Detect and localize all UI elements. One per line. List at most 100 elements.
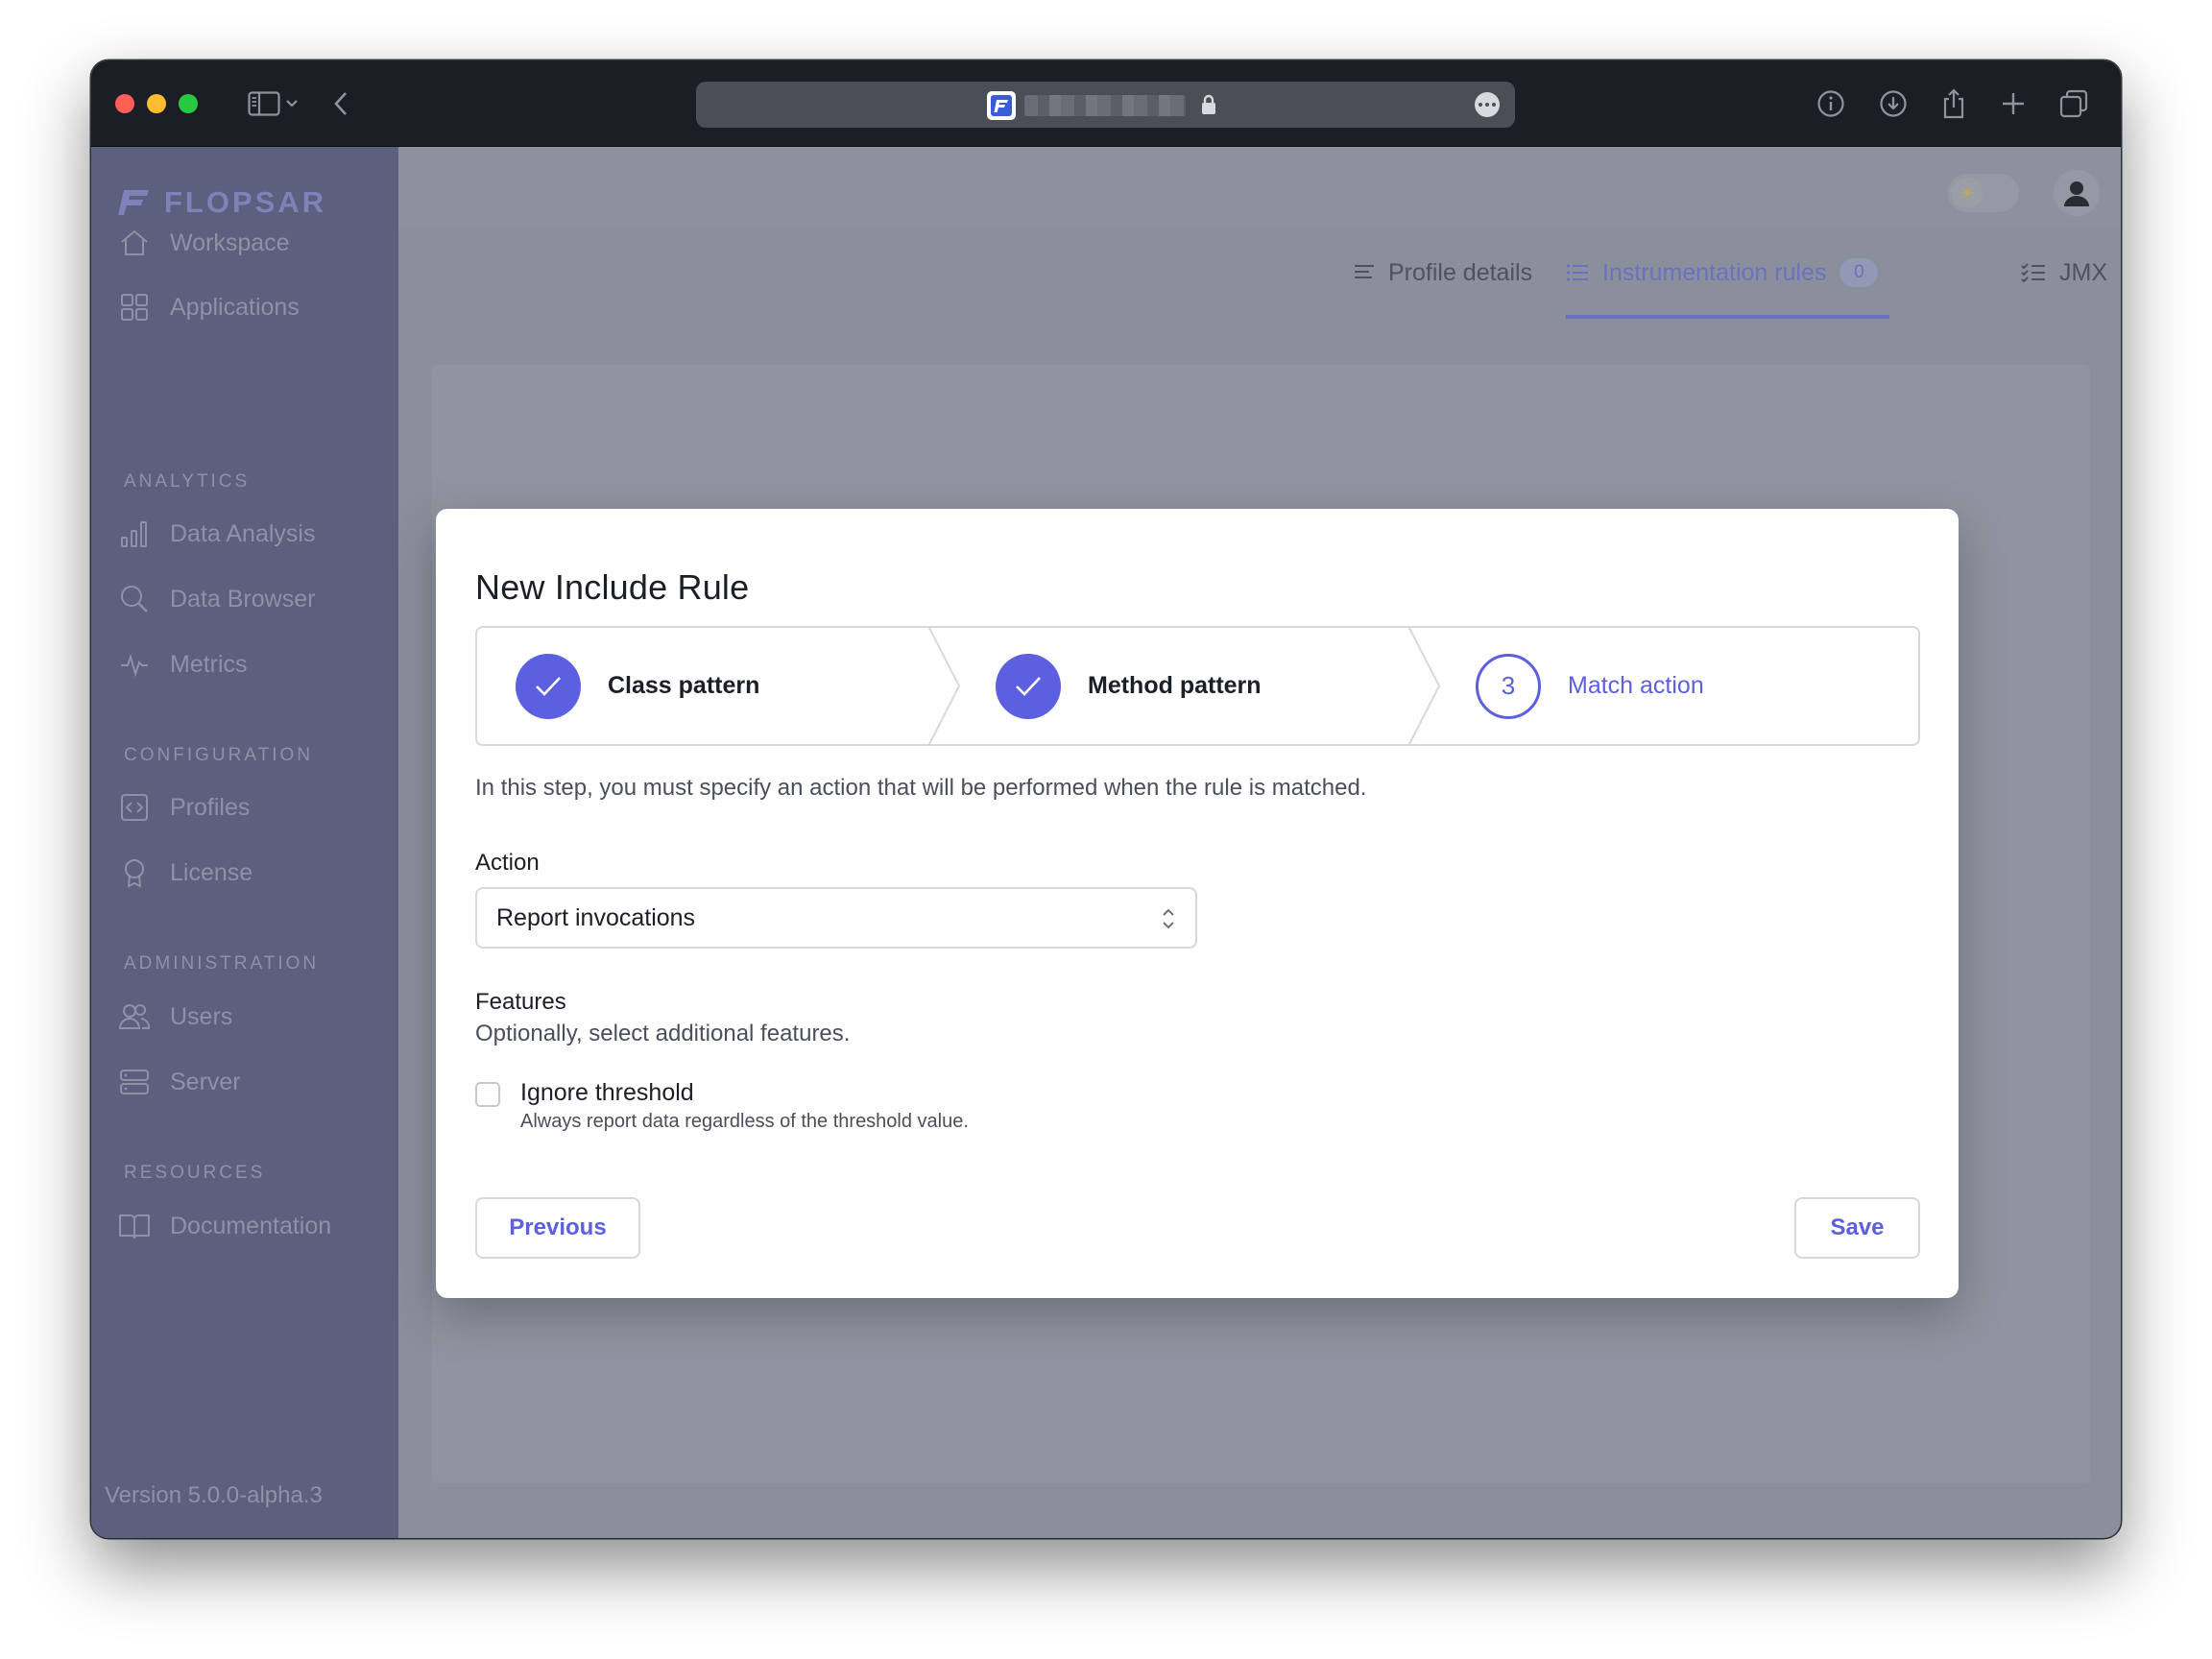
tab-profile-details[interactable]: Profile details: [1354, 227, 1532, 319]
sidebar-item-label: License: [170, 858, 253, 886]
tab-count-badge: 0: [1839, 258, 1879, 287]
sidebar-item-label: Server: [170, 1068, 241, 1095]
sidebar-item-documentation[interactable]: Documentation: [118, 1207, 331, 1245]
step-class-pattern[interactable]: Class pattern: [516, 628, 759, 744]
page-menu-icon[interactable]: [1475, 92, 1500, 117]
list-icon: [1566, 264, 1588, 281]
wizard-stepper: Class pattern Method pattern 3 Match act…: [475, 626, 1920, 746]
sidebar-item-applications[interactable]: Applications: [118, 288, 300, 326]
profile-tabs: Profile details Instrumentation rules 0 …: [398, 227, 2121, 319]
step-label: Match action: [1568, 672, 1704, 699]
sidebar-item-label: Documentation: [170, 1212, 332, 1239]
step-description: In this step, you must specify an action…: [475, 775, 1367, 801]
step-divider: [928, 628, 961, 744]
sidebar-item-license[interactable]: License: [118, 854, 252, 892]
select-chevrons-icon: [1163, 908, 1174, 929]
sun-icon: ☀: [1952, 178, 1983, 208]
users-icon: [118, 1000, 151, 1033]
sidebar-item-users[interactable]: Users: [118, 998, 232, 1036]
dialog-title: New Include Rule: [475, 567, 750, 607]
info-icon[interactable]: [1812, 84, 1850, 123]
share-icon[interactable]: [1935, 84, 1973, 123]
site-favicon-icon: [987, 91, 1016, 120]
sidebar-item-data-analysis[interactable]: Data Analysis: [118, 515, 315, 553]
avatar[interactable]: [2052, 168, 2102, 218]
chevron-down-icon[interactable]: [280, 84, 303, 123]
sidebar-section-analytics: ANALYTICS: [124, 471, 251, 492]
ignore-threshold-title: Ignore threshold: [520, 1079, 694, 1106]
browser-window: FLOPSAR Workspace Applications ANALYTICS…: [91, 60, 2121, 1538]
ignore-threshold-checkbox[interactable]: [475, 1082, 500, 1107]
tab-instrumentation-rules[interactable]: Instrumentation rules 0: [1566, 227, 1890, 319]
tab-label: Instrumentation rules: [1602, 258, 1827, 286]
badge-icon: [118, 856, 151, 889]
features-description: Optionally, select additional features.: [475, 1021, 851, 1046]
grid-icon: [118, 291, 151, 324]
logo-text: FLOPSAR: [164, 185, 327, 219]
sidebar-item-metrics[interactable]: Metrics: [118, 645, 248, 684]
save-button[interactable]: Save: [1794, 1197, 1920, 1259]
step-method-pattern[interactable]: Method pattern: [996, 628, 1262, 744]
sidebar-item-label: Applications: [170, 293, 300, 321]
features-label: Features: [475, 989, 566, 1015]
new-include-rule-dialog: New Include Rule Class pattern Method pa…: [436, 509, 1959, 1298]
tab-jmx[interactable]: JMX 0: [2021, 227, 2121, 319]
checklist-icon: [2021, 263, 2045, 283]
flopsar-logo-icon: [118, 190, 149, 215]
minimize-window-button[interactable]: [147, 94, 166, 113]
ignore-threshold-description: Always report data regardless of the thr…: [520, 1111, 969, 1132]
sidebar-toggle-icon[interactable]: [245, 84, 283, 123]
code-icon: [118, 791, 151, 824]
action-select[interactable]: Report invocations: [475, 887, 1197, 949]
step-match-action[interactable]: 3 Match action: [1476, 628, 1704, 744]
check-icon: [996, 653, 1061, 719]
sidebar-section-administration: ADMINISTRATION: [124, 953, 320, 974]
server-icon: [118, 1066, 151, 1098]
tab-label: Profile details: [1388, 258, 1533, 286]
action-label: Action: [475, 850, 540, 876]
lines-icon: [1355, 265, 1374, 278]
sidebar-item-label: Profiles: [170, 793, 251, 821]
bar-chart-icon: [118, 517, 151, 550]
back-icon[interactable]: [322, 84, 360, 123]
close-window-button[interactable]: [115, 94, 134, 113]
active-tab-indicator: [1566, 315, 1890, 319]
sidebar-item-workspace[interactable]: Workspace: [118, 224, 290, 262]
theme-toggle[interactable]: ☀: [1948, 174, 2019, 212]
sidebar-section-configuration: CONFIGURATION: [124, 745, 313, 765]
step-divider: [1408, 628, 1441, 744]
sidebar-item-label: Data Analysis: [170, 519, 316, 547]
sidebar-item-server[interactable]: Server: [118, 1063, 241, 1101]
search-icon: [118, 583, 151, 615]
step-number: 3: [1476, 653, 1541, 719]
book-icon: [118, 1210, 151, 1242]
sidebar-item-label: Metrics: [170, 650, 248, 678]
tab-overview-icon[interactable]: [2055, 84, 2093, 123]
previous-button[interactable]: Previous: [475, 1197, 640, 1259]
app-sidebar: FLOPSAR Workspace Applications ANALYTICS…: [91, 147, 398, 1538]
app-version: Version 5.0.0-alpha.3: [105, 1482, 323, 1508]
sidebar-item-data-browser[interactable]: Data Browser: [118, 580, 315, 618]
user-icon: [2064, 181, 2089, 206]
app-header: ☀: [398, 147, 2121, 227]
sidebar-section-resources: RESOURCES: [124, 1163, 266, 1183]
maximize-window-button[interactable]: [179, 94, 198, 113]
sidebar-item-label: Data Browser: [170, 585, 316, 613]
lock-icon: [1200, 93, 1217, 121]
step-label: Method pattern: [1088, 672, 1262, 699]
sidebar-item-label: Users: [170, 1002, 233, 1030]
address-bar[interactable]: [696, 82, 1515, 128]
sidebar-item-profiles[interactable]: Profiles: [118, 788, 250, 827]
step-label: Class pattern: [608, 672, 760, 699]
home-icon: [118, 227, 151, 259]
pulse-icon: [118, 648, 151, 681]
tab-label: JMX: [2059, 258, 2107, 286]
new-tab-icon[interactable]: [1994, 84, 2032, 123]
check-icon: [516, 653, 581, 719]
sidebar-item-label: Workspace: [170, 228, 290, 256]
browser-toolbar: [91, 60, 2121, 147]
download-icon[interactable]: [1874, 84, 1912, 123]
app-logo[interactable]: FLOPSAR: [118, 185, 326, 220]
action-select-value: Report invocations: [496, 903, 696, 931]
url-text-redacted: [1024, 95, 1186, 116]
